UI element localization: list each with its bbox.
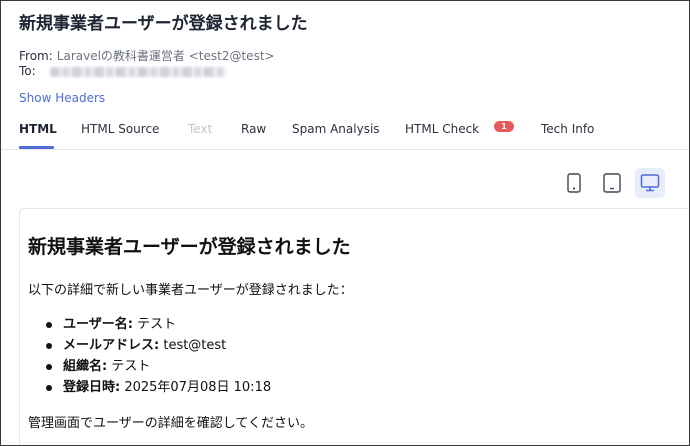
tab-text: Text	[188, 122, 213, 136]
tab-spam-analysis[interactable]: Spam Analysis	[292, 122, 380, 136]
tab-tech-info[interactable]: Tech Info	[541, 122, 594, 136]
detail-key: 登録日時:	[63, 380, 121, 395]
tablet-view-button[interactable]	[597, 168, 627, 198]
list-item: ユーザー名: テスト	[46, 314, 271, 335]
email-subject: 新規事業者ユーザーが登録されました	[19, 14, 308, 34]
detail-key: ユーザー名:	[63, 317, 133, 332]
to-row: To:	[19, 64, 226, 78]
tab-html[interactable]: HTML	[19, 122, 57, 136]
view-tabs: HTML HTML Source Text Raw Spam Analysis …	[1, 113, 689, 150]
active-tab-indicator	[19, 146, 54, 149]
detail-key: メールアドレス:	[63, 338, 160, 353]
detail-value: 2025年07月08日 10:18	[124, 380, 272, 395]
desktop-icon	[640, 174, 660, 192]
registration-details-list: ユーザー名: テスト メールアドレス: test@test 組織名: テスト 登…	[46, 314, 271, 398]
detail-key: 組織名:	[63, 359, 108, 374]
tablet-icon	[603, 173, 621, 193]
list-item: メールアドレス: test@test	[46, 335, 271, 356]
tab-html-check[interactable]: HTML Check	[405, 122, 479, 136]
tab-raw[interactable]: Raw	[241, 122, 266, 136]
show-headers-link[interactable]: Show Headers	[19, 91, 105, 105]
from-label: From:	[19, 49, 53, 63]
email-body-title: 新規事業者ユーザーが登録されました	[28, 236, 351, 258]
detail-value: テスト	[137, 317, 177, 332]
from-value: Laravelの教科書運営者 <test2@test>	[56, 49, 275, 63]
detail-value: テスト	[111, 359, 151, 374]
to-value-redacted	[49, 66, 226, 77]
tab-html-source[interactable]: HTML Source	[81, 122, 159, 136]
mail-viewer: 新規事業者ユーザーが登録されました From: Laravelの教科書運営者 <t…	[0, 0, 690, 446]
list-item: 登録日時: 2025年07月08日 10:18	[46, 377, 271, 398]
list-item: 組織名: テスト	[46, 356, 271, 377]
detail-value: test@test	[163, 338, 227, 353]
to-label: To:	[19, 64, 36, 78]
from-row: From: Laravelの教科書運営者 <test2@test>	[19, 47, 275, 64]
desktop-view-button[interactable]	[635, 168, 665, 198]
email-body-intro: 以下の詳細で新しい事業者ユーザーが登録されました：	[28, 283, 353, 298]
email-body-outro: 管理画面でユーザーの詳細を確認してください。	[28, 416, 313, 431]
mobile-view-button[interactable]	[559, 168, 589, 198]
html-check-badge: 1	[494, 121, 514, 132]
mobile-icon	[567, 173, 581, 193]
